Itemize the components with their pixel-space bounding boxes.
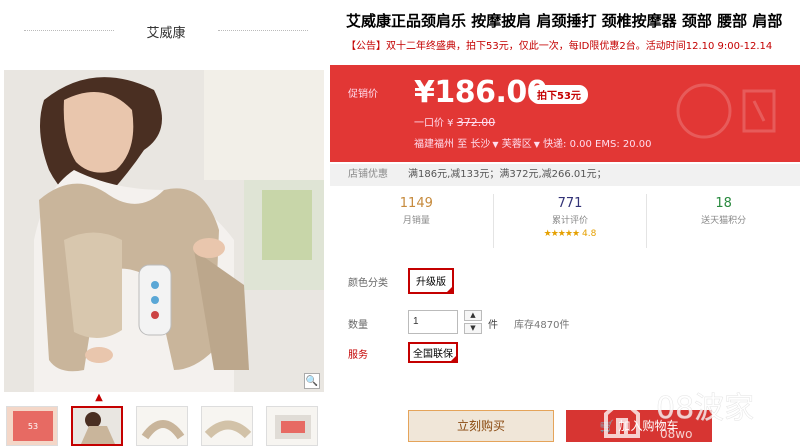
quantity-increase-icon[interactable]: ▲ — [464, 310, 482, 321]
buy-now-button[interactable]: 立刻购买 — [408, 410, 554, 442]
stat-label: 累计评价 — [552, 216, 589, 226]
original-price: 372.00 — [456, 116, 496, 129]
original-price-line: 一口价 ¥ 372.00 — [414, 114, 495, 129]
stat-reviews[interactable]: 771 累计评价 ★★★★★ 4.8 — [494, 194, 648, 248]
thumbnail-strip: 53 — [6, 406, 326, 446]
product-gallery: 艾威康 🔍 ▲ 53 — [0, 0, 330, 446]
city-value: 长沙 — [470, 139, 491, 150]
star-rating-icon: ★★★★★ — [543, 229, 580, 239]
chevron-down-icon: ▼ — [533, 140, 540, 149]
thumbnail-1[interactable]: 53 — [6, 406, 58, 446]
brand-name[interactable]: 艾威康 — [18, 22, 314, 41]
shipping-fees: 快递: 0.00 EMS: 20.00 — [543, 139, 652, 150]
decorative-pattern — [676, 83, 776, 139]
stat-number: 18 — [715, 196, 732, 211]
stock-count: 库存4870件 — [514, 320, 570, 331]
quantity-label: 数量 — [348, 320, 368, 331]
thumbnail-4[interactable] — [201, 406, 253, 446]
zoom-icon[interactable]: 🔍 — [304, 373, 320, 389]
purchase-options: 颜色分类 升级版 数量 1 ▲ ▼ 件 库存4870件 服务 全国联保 — [330, 256, 800, 366]
city-selector[interactable]: 长沙 ▼ — [470, 139, 498, 150]
stat-label: 月销量 — [402, 216, 430, 226]
watermark-logo: 08波家 08wo — [604, 391, 754, 441]
original-price-label: 一口价 ¥ — [414, 118, 454, 129]
coupon-row: 店铺优惠 满186元,减133元；满372元,减266.01元； — [330, 164, 800, 186]
chevron-down-icon: ▼ — [492, 140, 499, 149]
color-option-upgraded[interactable]: 升级版 — [408, 268, 454, 294]
quantity-unit: 件 — [488, 320, 498, 331]
rating-score: 4.8 — [582, 229, 597, 239]
coupon-text: 满186元,减133元；满372元,减266.01元； — [408, 169, 607, 180]
announcement: 【公告】双十二年终盛典，拍下53元，仅此一次，每ID限优惠2台。活动时间12.1… — [346, 41, 773, 52]
price-panel: 促销价 ¥186.00 拍下53元 一口价 ¥ 372.00 福建福州 至 长沙… — [330, 65, 800, 162]
promo-price-label: 促销价 — [348, 89, 378, 100]
coupon-label: 店铺优惠 — [348, 169, 388, 180]
stat-points: 18 送天猫积分 — [647, 194, 800, 248]
chevron-up-icon[interactable]: ▲ — [92, 392, 106, 404]
svg-text:53: 53 — [28, 422, 38, 431]
color-option-label: 升级版 — [416, 277, 446, 288]
selected-corner-icon — [446, 286, 453, 293]
service-label: 服务 — [348, 350, 368, 361]
watermark-text: 08波家 — [656, 391, 754, 426]
stat-number: 1149 — [399, 196, 433, 211]
thumbnail-3[interactable] — [136, 406, 188, 446]
quantity-decrease-icon[interactable]: ▼ — [464, 323, 482, 334]
divider — [218, 30, 308, 31]
promo-price: ¥186.00 — [414, 75, 548, 110]
quantity-input[interactable]: 1 — [408, 310, 458, 334]
stat-label: 送天猫积分 — [701, 216, 747, 226]
product-title: 艾威康正品颈肩乐 按摩披肩 肩颈捶打 颈椎按摩器 颈部 腰部 肩部 — [346, 12, 783, 30]
brand-header: 艾威康 — [18, 14, 314, 44]
district-value: 芙蓉区 — [501, 139, 532, 150]
sales-stats: 1149 月销量 771 累计评价 ★★★★★ 4.8 18 送天猫积分 — [340, 194, 800, 248]
watermark-subtext: 08wo — [660, 427, 692, 441]
service-option-label: 全国联保 — [413, 349, 453, 360]
ship-to-word: 至 — [457, 139, 468, 150]
district-selector[interactable]: 芙蓉区 ▼ — [502, 139, 540, 150]
ship-from: 福建福州 — [414, 139, 454, 150]
discount-badge: 拍下53元 — [530, 85, 588, 104]
stat-number: 771 — [557, 196, 583, 211]
stat-monthly-sales: 1149 月销量 — [340, 194, 494, 248]
service-option-warranty[interactable]: 全国联保 — [408, 342, 458, 363]
main-product-image[interactable]: 🔍 — [4, 70, 324, 392]
color-label: 颜色分类 — [348, 278, 388, 289]
thumbnail-2[interactable] — [71, 406, 123, 446]
selected-corner-icon — [450, 355, 457, 362]
shipping-line: 福建福州 至 长沙 ▼ 芙蓉区 ▼ 快递: 0.00 EMS: 20.00 — [414, 135, 652, 150]
thumbnail-5[interactable] — [266, 406, 318, 446]
